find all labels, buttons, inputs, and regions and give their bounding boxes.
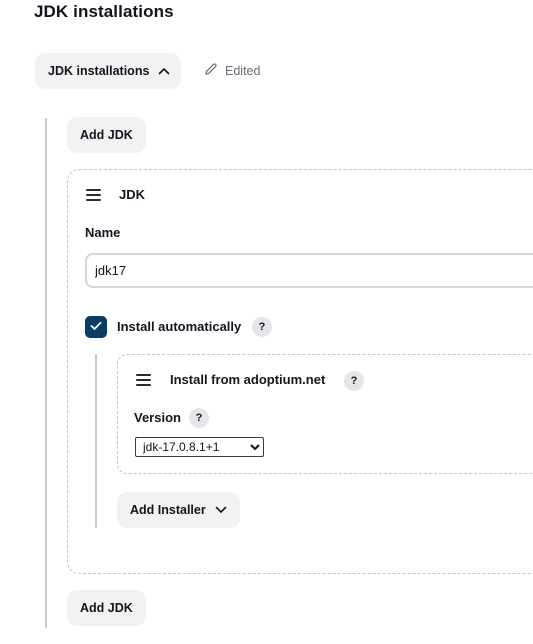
section-title: JDK installations [34, 2, 174, 21]
add-installer-label: Add Installer [130, 503, 206, 517]
jdk-installations-toggle-button[interactable]: JDK installations [35, 53, 181, 89]
add-jdk-button-top[interactable]: Add JDK [67, 117, 146, 153]
install-automatically-label: Install automatically [117, 319, 242, 334]
jdk-name-input[interactable] [85, 253, 533, 288]
chevron-down-icon [215, 506, 227, 514]
jdk-item-heading: JDK [119, 187, 146, 202]
help-icon-install-automatically[interactable]: ? [252, 317, 272, 337]
install-automatically-checkbox[interactable] [85, 316, 107, 338]
add-jdk-button-bottom[interactable]: Add JDK [67, 590, 146, 626]
repeatable-rail [45, 118, 47, 628]
jdk-item-header: JDK [86, 187, 145, 202]
installer-header: Install from adoptium.net [136, 372, 325, 387]
toggle-label: JDK installations [48, 64, 150, 78]
installers-rail [95, 354, 97, 528]
version-select[interactable]: jdk-17.0.8.1+1 [135, 437, 264, 457]
chevron-up-icon [158, 67, 170, 75]
help-icon-version[interactable]: ? [189, 408, 209, 428]
edited-label: Edited [225, 63, 261, 78]
help-icon-installer[interactable]: ? [344, 371, 364, 391]
version-label: Version [134, 410, 181, 425]
installer-drag-handle-icon[interactable] [136, 373, 151, 386]
pencil-icon [204, 62, 218, 79]
add-installer-button[interactable]: Add Installer [117, 492, 240, 528]
jdk-installations-page: JDK installations JDK installations Edit… [0, 0, 533, 644]
edited-status: Edited [204, 62, 260, 79]
drag-handle-icon[interactable] [86, 188, 101, 201]
checkmark-icon [90, 318, 102, 336]
name-label: Name [85, 225, 121, 240]
installer-heading: Install from adoptium.net [170, 372, 326, 387]
